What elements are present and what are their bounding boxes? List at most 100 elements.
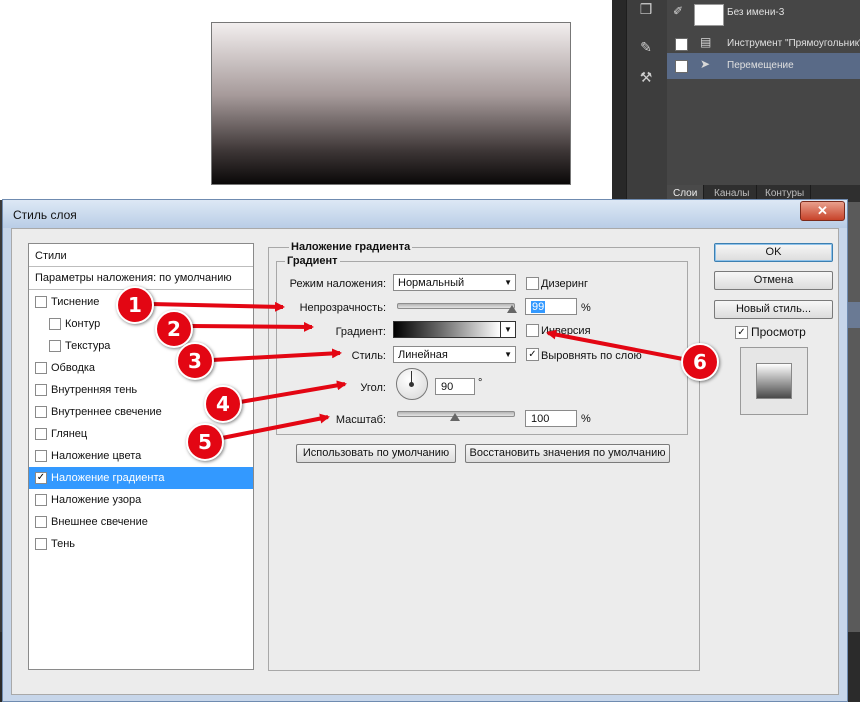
reverse-checkbox[interactable]	[526, 324, 539, 337]
style-list-item[interactable]: Внешнее свечение	[29, 511, 253, 533]
opacity-unit: %	[581, 302, 591, 314]
section-title: Наложение градиента	[289, 241, 413, 253]
angle-input[interactable]: 90	[435, 378, 475, 395]
style-label: Внутреннее свечение	[51, 406, 162, 418]
gradient-picker[interactable]	[393, 321, 501, 338]
rectangle-tool-icon: ▤	[700, 35, 712, 49]
scale-slider-thumb[interactable]	[450, 413, 460, 421]
subsection-title: Градиент	[285, 255, 340, 267]
move-tool-icon: ➤	[700, 57, 711, 71]
style-checkbox[interactable]	[35, 296, 47, 308]
angle-center	[409, 382, 414, 387]
chevron-down-icon: ▼	[504, 350, 512, 359]
selected-layer-edge	[848, 302, 860, 328]
style-checkbox[interactable]: ✓	[35, 472, 47, 484]
opacity-slider-thumb[interactable]	[506, 305, 517, 313]
style-label: Тень	[51, 538, 76, 550]
reset-default-button[interactable]: Восстановить значения по умолчанию	[465, 444, 670, 463]
style-checkbox[interactable]	[35, 494, 47, 506]
opacity-input[interactable]: 99	[525, 298, 577, 315]
angle-value: 90	[441, 381, 454, 393]
style-checkbox[interactable]	[35, 450, 47, 462]
cube-icon[interactable]: ❒	[637, 0, 655, 18]
angle-unit: °	[478, 377, 483, 389]
style-label: Внешнее свечение	[51, 516, 148, 528]
align-with-layer-checkbox[interactable]: ✓	[526, 348, 539, 361]
reverse-label: Инверсия	[541, 325, 591, 337]
gradient-label: Градиент:	[335, 326, 386, 338]
history-label: Без имени-3	[727, 7, 785, 18]
style-checkbox[interactable]	[35, 516, 47, 528]
style-list-item[interactable]: Наложение узора	[29, 489, 253, 511]
preview-label: Просмотр	[751, 325, 806, 339]
panel-icon-strip: ❒ ✎ ⚒	[626, 0, 667, 200]
style-label: Тиснение	[51, 296, 100, 308]
style-checkbox[interactable]	[35, 384, 47, 396]
history-row-move[interactable]: ➤ Перемещение	[667, 53, 860, 79]
canvas-border	[612, 0, 626, 200]
blend-mode-select[interactable]: Нормальный ▼	[393, 274, 516, 291]
blend-mode-label: Режим наложения:	[289, 278, 386, 290]
style-label: Контур	[65, 318, 101, 330]
style-label: Текстура	[65, 340, 111, 352]
dither-checkbox[interactable]	[526, 277, 539, 290]
layers-panel-edge	[848, 202, 860, 702]
scale-label: Масштаб:	[335, 414, 386, 426]
history-checkbox[interactable]	[675, 38, 688, 51]
style-label: Наложение градиента	[51, 472, 165, 484]
preview-checkbox[interactable]: ✓	[735, 326, 748, 339]
history-brush-icon: ✐	[673, 4, 684, 18]
dither-label: Дизеринг	[541, 278, 588, 290]
style-checkbox[interactable]	[35, 362, 47, 374]
layer-style-dialog: Стиль слоя ✕ Стили Параметры наложения: …	[2, 199, 848, 702]
cancel-button[interactable]: Отмена	[714, 271, 833, 290]
style-preview	[740, 347, 808, 415]
style-checkbox[interactable]	[35, 428, 47, 440]
tool-presets-icon[interactable]: ⚒	[637, 68, 655, 86]
style-preview-swatch	[756, 363, 792, 399]
style-label: Стиль:	[351, 350, 386, 362]
style-list-item[interactable]: Тень	[29, 533, 253, 555]
style-label: Внутренняя тень	[51, 384, 138, 396]
style-label: Наложение цвета	[51, 450, 142, 462]
opacity-slider[interactable]	[397, 303, 515, 309]
scale-value: 100	[531, 413, 550, 425]
brush-presets-icon[interactable]: ✎	[637, 38, 655, 56]
make-default-button[interactable]: Использовать по умолчанию	[296, 444, 456, 463]
annotation-badge-3: 3	[176, 342, 214, 380]
gradient-dropdown-button[interactable]: ▼	[500, 321, 516, 338]
ok-button[interactable]: OK	[714, 243, 833, 262]
styles-header[interactable]: Стили	[29, 244, 253, 267]
style-checkbox[interactable]	[35, 406, 47, 418]
styles-header-label: Стили	[35, 250, 67, 262]
style-checkbox[interactable]	[49, 318, 61, 330]
style-list-item[interactable]: Текстура	[29, 335, 253, 357]
dialog-title: Стиль слоя	[13, 208, 77, 222]
blend-mode-value: Нормальный	[398, 277, 465, 289]
document-canvas[interactable]	[0, 0, 612, 200]
style-list-item[interactable]: ✓ Наложение градиента	[29, 467, 253, 489]
snapshot-thumbnail	[694, 4, 724, 26]
history-panel: ✐ Без имени-3 ▤ Инструмент "Прямоугольни…	[667, 0, 860, 185]
scale-input[interactable]: 100	[525, 410, 577, 427]
gradient-style-value: Линейная	[398, 349, 448, 361]
style-list-item[interactable]: Обводка	[29, 357, 253, 379]
angle-label: Угол:	[360, 382, 386, 394]
opacity-value: 99	[531, 301, 546, 313]
chevron-down-icon: ▼	[504, 278, 512, 287]
opacity-label: Непрозрачность:	[299, 302, 386, 314]
history-checkbox[interactable]	[675, 60, 688, 73]
new-style-button[interactable]: Новый стиль...	[714, 300, 833, 319]
annotation-badge-5: 5	[186, 423, 224, 461]
history-row-snapshot[interactable]: ✐ Без имени-3	[667, 0, 860, 26]
history-label: Инструмент "Прямоугольник"	[727, 38, 860, 49]
scale-unit: %	[581, 413, 591, 425]
dialog-titlebar[interactable]: Стиль слоя ✕	[3, 200, 847, 228]
history-label: Перемещение	[727, 60, 794, 71]
style-checkbox[interactable]	[35, 538, 47, 550]
angle-dial[interactable]	[396, 368, 428, 400]
gradient-style-select[interactable]: Линейная ▼	[393, 346, 516, 363]
close-button[interactable]: ✕	[800, 201, 845, 221]
annotation-badge-6: 6	[681, 343, 719, 381]
style-checkbox[interactable]	[49, 340, 61, 352]
